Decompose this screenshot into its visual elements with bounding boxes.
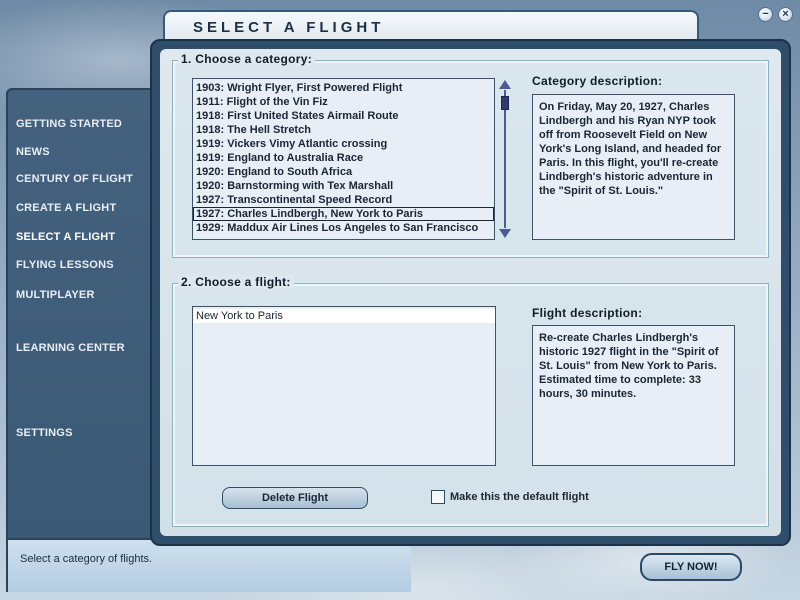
category-description-label: Category description:: [532, 74, 663, 88]
list-item[interactable]: 1927: Transcontinental Speed Record: [193, 193, 494, 207]
fly-now-button[interactable]: FLY NOW!: [640, 553, 742, 581]
scroll-down-arrow-icon[interactable]: [499, 229, 511, 238]
sidebar-item-learning-center[interactable]: LEARNING CENTER: [16, 342, 125, 354]
sidebar-item-getting-started[interactable]: GETTING STARTED: [16, 118, 122, 130]
sidebar-item-multiplayer[interactable]: MULTIPLAYER: [16, 289, 95, 301]
list-item[interactable]: 1911: Flight of the Vin Fiz: [193, 95, 494, 109]
default-flight-checkbox-label: Make this the default flight: [450, 491, 589, 503]
scrollbar-thumb[interactable]: [501, 96, 509, 110]
sidebar-item-create-a-flight[interactable]: CREATE A FLIGHT: [16, 202, 116, 214]
list-item[interactable]: 1918: The Hell Stretch: [193, 123, 494, 137]
sidebar-nav: GETTING STARTED NEWS CENTURY OF FLIGHT C…: [6, 88, 156, 540]
status-text: Select a category of flights.: [20, 553, 153, 565]
list-item[interactable]: 1920: England to South Africa: [193, 165, 494, 179]
main-content: 1. Choose a category: 1903: Wright Flyer…: [160, 49, 781, 536]
sidebar-item-news[interactable]: NEWS: [16, 146, 50, 158]
sidebar-item-settings[interactable]: SETTINGS: [16, 427, 73, 439]
page-title: SELECT A FLIGHT: [193, 19, 385, 36]
close-icon[interactable]: ×: [778, 7, 793, 22]
list-item[interactable]: 1920: Barnstorming with Tex Marshall: [193, 179, 494, 193]
list-item[interactable]: New York to Paris: [193, 309, 495, 323]
flight-description-label: Flight description:: [532, 306, 643, 320]
flight-description: Re-create Charles Lindbergh's historic 1…: [532, 325, 735, 466]
sidebar-item-select-a-flight[interactable]: SELECT A FLIGHT: [16, 231, 115, 243]
scroll-up-arrow-icon[interactable]: [499, 80, 511, 89]
sidebar-item-flying-lessons[interactable]: FLYING LESSONS: [16, 259, 114, 271]
flight-list[interactable]: New York to Paris: [192, 306, 496, 466]
list-item[interactable]: 1919: England to Australia Race: [193, 151, 494, 165]
main-window: 1. Choose a category: 1903: Wright Flyer…: [150, 39, 791, 546]
list-item[interactable]: 1903: Wright Flyer, First Powered Flight: [193, 81, 494, 95]
category-description: On Friday, May 20, 1927, Charles Lindber…: [532, 94, 735, 240]
scrollbar-track: [504, 90, 506, 228]
list-item[interactable]: 1918: First United States Airmail Route: [193, 109, 494, 123]
category-scrollbar[interactable]: [498, 80, 512, 238]
delete-flight-button[interactable]: Delete Flight: [222, 487, 368, 509]
list-item[interactable]: 1929: Maddux Air Lines Los Angeles to Sa…: [193, 221, 494, 235]
category-list[interactable]: 1903: Wright Flyer, First Powered Flight…: [192, 78, 495, 240]
list-item[interactable]: 1919: Vickers Vimy Atlantic crossing: [193, 137, 494, 151]
sidebar-item-century-of-flight[interactable]: CENTURY OF FLIGHT: [16, 173, 133, 185]
flight-section-label: 2. Choose a flight:: [178, 275, 294, 289]
default-flight-checkbox[interactable]: [431, 490, 445, 504]
list-item[interactable]: 1927: Charles Lindbergh, New York to Par…: [193, 207, 494, 221]
status-bar: Select a category of flights.: [6, 540, 411, 592]
minimize-icon[interactable]: −: [758, 7, 773, 22]
category-section-label: 1. Choose a category:: [178, 52, 316, 66]
